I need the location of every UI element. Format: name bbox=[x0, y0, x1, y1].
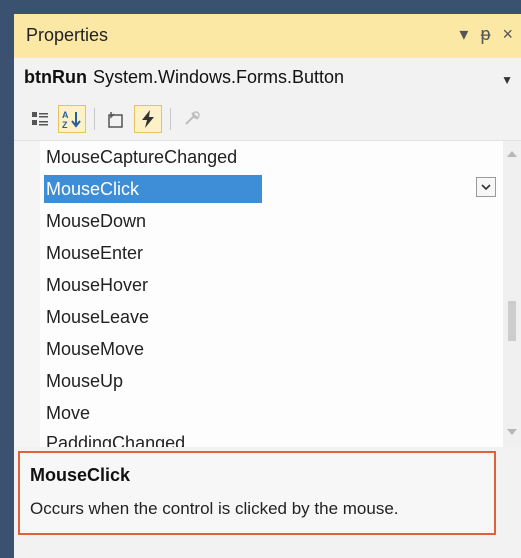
pin-icon[interactable]: ᵽ bbox=[480, 24, 490, 45]
list-item-selected[interactable]: MouseClick bbox=[40, 173, 500, 205]
list-item[interactable]: MouseCaptureChanged bbox=[40, 141, 500, 173]
list-item[interactable]: MouseHover bbox=[40, 269, 500, 301]
object-label: btnRun System.Windows.Forms.Button bbox=[24, 67, 344, 88]
scroll-thumb[interactable] bbox=[508, 301, 516, 341]
list-item[interactable]: Move bbox=[40, 397, 500, 429]
window-frame: Properties ▾ ᵽ × btnRun System.Windows.Fo… bbox=[0, 0, 521, 558]
title-buttons: ▾ ᵽ × bbox=[459, 24, 513, 45]
alphabetical-icon[interactable]: A Z bbox=[58, 105, 86, 133]
dropdown-arrow-icon[interactable]: ▾ bbox=[459, 24, 468, 45]
event-name: MouseEnter bbox=[46, 243, 144, 263]
list-item[interactable]: MouseDown bbox=[40, 205, 500, 237]
object-type: System.Windows.Forms.Button bbox=[92, 67, 345, 87]
event-name: PaddingChanged bbox=[46, 433, 186, 447]
event-name: MouseHover bbox=[46, 275, 149, 295]
list-item[interactable]: MouseUp bbox=[40, 365, 500, 397]
list-item[interactable]: MouseEnter bbox=[40, 237, 500, 269]
scroll-up-icon[interactable] bbox=[507, 151, 517, 157]
properties-window: Properties ▾ ᵽ × btnRun System.Windows.Fo… bbox=[14, 14, 521, 558]
list-item[interactable]: PaddingChanged bbox=[40, 429, 500, 447]
value-dropdown-button[interactable] bbox=[476, 177, 496, 197]
title-bar: Properties ▾ ᵽ × bbox=[14, 14, 521, 59]
description-title: MouseClick bbox=[30, 465, 131, 485]
object-dropdown-icon[interactable]: ▼ bbox=[501, 73, 513, 87]
event-name: MouseDown bbox=[46, 211, 147, 231]
categorized-icon[interactable] bbox=[26, 105, 54, 133]
svg-text:Z: Z bbox=[62, 120, 68, 130]
svg-text:A: A bbox=[62, 110, 69, 120]
close-icon[interactable]: × bbox=[502, 24, 513, 45]
event-name: MouseUp bbox=[46, 371, 124, 391]
object-name: btnRun bbox=[24, 67, 87, 87]
properties-icon[interactable] bbox=[102, 105, 130, 133]
property-pages-icon[interactable] bbox=[178, 105, 206, 133]
scroll-down-icon[interactable] bbox=[507, 429, 517, 435]
description-panel: MouseClick Occurs when the control is cl… bbox=[18, 451, 496, 535]
list-item[interactable]: MouseLeave bbox=[40, 301, 500, 333]
event-grid: MouseCaptureChanged MouseClick MouseDown… bbox=[14, 140, 521, 447]
event-name: MouseCaptureChanged bbox=[46, 147, 238, 167]
event-name: Move bbox=[46, 403, 91, 423]
chevron-down-icon bbox=[481, 184, 491, 191]
panel-title: Properties bbox=[26, 25, 109, 45]
event-name: MouseMove bbox=[46, 339, 145, 359]
toolbar-separator bbox=[94, 108, 95, 130]
object-selector[interactable]: btnRun System.Windows.Forms.Button ▼ bbox=[14, 58, 521, 98]
event-name: MouseClick bbox=[46, 179, 140, 199]
event-name: MouseLeave bbox=[46, 307, 150, 327]
vertical-scrollbar[interactable] bbox=[503, 141, 521, 447]
description-text: Occurs when the control is clicked by th… bbox=[30, 499, 399, 518]
list-item[interactable]: MouseMove bbox=[40, 333, 500, 365]
grid-margin bbox=[14, 141, 40, 447]
properties-toolbar: A Z bbox=[14, 98, 521, 140]
toolbar-separator bbox=[170, 108, 171, 130]
events-icon[interactable] bbox=[134, 105, 162, 133]
